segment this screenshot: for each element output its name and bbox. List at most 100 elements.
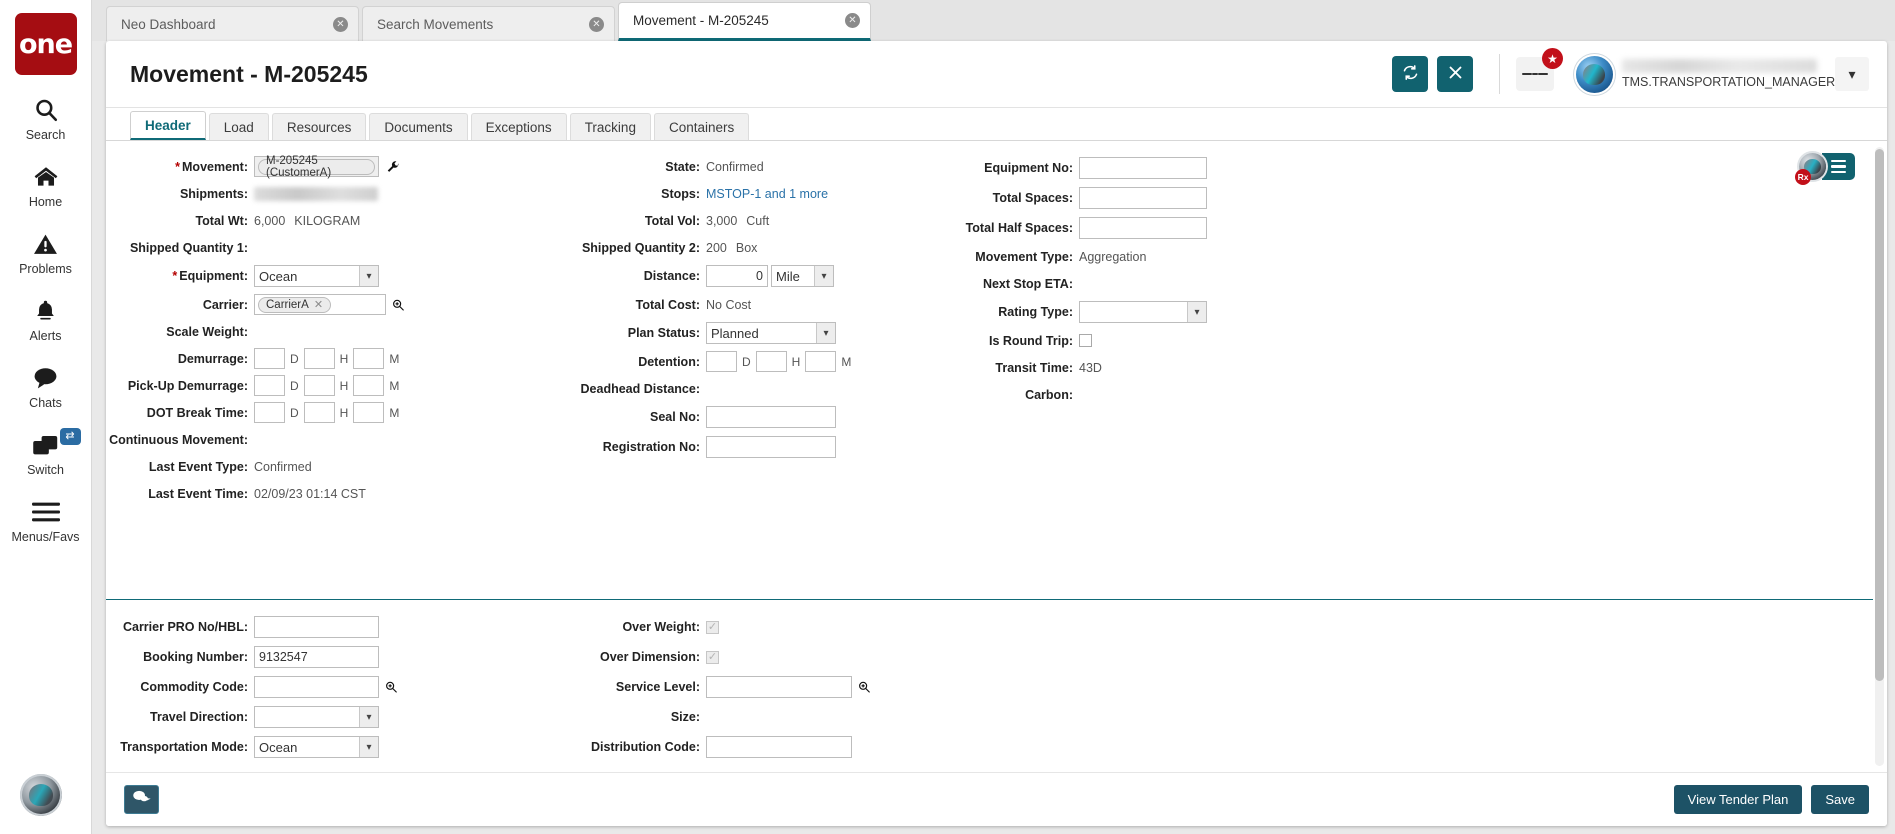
field-label: Total Half Spaces:	[965, 221, 1073, 235]
browser-tab-movement[interactable]: Movement - M-205245 ✕	[618, 2, 871, 41]
bell-icon	[33, 296, 58, 326]
transportation-mode-select[interactable]: Ocean ▾	[254, 736, 379, 758]
field-pickup-demurrage: Pick-Up Demurrage: D H M	[106, 374, 521, 397]
equipment-no-input[interactable]	[1079, 157, 1207, 179]
field-unit: Cuft	[746, 213, 770, 228]
search-icon[interactable]	[857, 680, 871, 694]
chat-button[interactable]	[124, 785, 159, 814]
pickup-demurrage-minutes-input[interactable]	[353, 375, 385, 396]
tab-containers[interactable]: Containers	[653, 113, 750, 140]
rail-item-alerts[interactable]: Alerts	[0, 296, 92, 343]
distance-unit-select[interactable]: Mile ▾	[771, 265, 834, 287]
dot-break-minutes-input[interactable]	[353, 402, 385, 423]
secondary-detail-panel: Carrier PRO No/HBL: Booking Number: Comm…	[106, 600, 1873, 772]
search-icon[interactable]	[391, 298, 405, 312]
field-label: Equipment:	[179, 269, 248, 283]
service-level-input[interactable]	[706, 676, 852, 698]
close-icon[interactable]: ✕	[589, 16, 604, 32]
tab-exceptions[interactable]: Exceptions	[470, 113, 567, 140]
commodity-code-input[interactable]	[254, 676, 379, 698]
required-marker: *	[172, 269, 178, 283]
rail-item-search[interactable]: Search	[0, 95, 92, 142]
wrench-icon[interactable]	[386, 160, 400, 174]
dot-break-days-input[interactable]	[254, 402, 285, 423]
page-card: Movement - M-205245 ★ TMS.TRANSPORTATION…	[106, 41, 1887, 826]
search-icon[interactable]	[384, 680, 398, 694]
rail-item-home[interactable]: Home	[0, 162, 92, 209]
one-logo[interactable]: one	[14, 13, 77, 75]
equipment-select[interactable]: Ocean ▾	[254, 265, 379, 287]
total-spaces-input[interactable]	[1079, 187, 1207, 209]
field-value: Confirmed	[706, 159, 764, 174]
rail-item-problems[interactable]: Problems	[0, 229, 92, 276]
carrier-chip-input[interactable]: CarrierA ✕	[254, 294, 386, 315]
booking-number-input[interactable]	[254, 646, 379, 668]
total-half-spaces-input[interactable]	[1079, 217, 1207, 239]
rail-item-switch[interactable]: ⇄ Switch	[0, 428, 92, 477]
rail-avatar[interactable]	[20, 774, 62, 816]
chip-remove-icon[interactable]: ✕	[314, 298, 323, 311]
detention-days-input[interactable]	[706, 351, 737, 372]
field-dot-break-time: DOT Break Time: D H M	[106, 401, 521, 424]
field-label: Movement:	[182, 159, 248, 174]
avatar[interactable]	[1576, 55, 1613, 93]
star-badge-icon: ★	[1542, 48, 1563, 69]
stops-link[interactable]: MSTOP-1 and 1 more	[706, 187, 828, 201]
tab-load[interactable]: Load	[208, 113, 269, 140]
refresh-icon	[1402, 64, 1419, 84]
tab-tracking[interactable]: Tracking	[569, 113, 651, 140]
pickup-demurrage-days-input[interactable]	[254, 375, 285, 396]
field-registration-no: Registration No:	[521, 434, 911, 460]
footer-bar: View Tender Plan Save	[106, 772, 1887, 826]
home-icon	[32, 162, 60, 192]
rail-label-switch: Switch	[27, 463, 64, 477]
field-distribution-code: Distribution Code:	[521, 734, 911, 760]
field-continuous-movement: Continuous Movement:	[106, 428, 521, 451]
scrollbar-thumb[interactable]	[1875, 149, 1884, 682]
registration-no-input[interactable]	[706, 436, 836, 458]
is-round-trip-checkbox[interactable]	[1079, 334, 1092, 347]
switch-badge-icon[interactable]: ⇄	[59, 428, 81, 445]
field-stops: Stops: MSTOP-1 and 1 more	[521, 182, 911, 205]
unit-m: M	[841, 354, 852, 369]
field-carrier-pro-no: Carrier PRO No/HBL:	[106, 614, 521, 640]
demurrage-hours-input[interactable]	[303, 348, 335, 369]
movement-chip-input[interactable]: M-205245 (CustomerA)	[254, 155, 379, 179]
close-icon[interactable]: ✕	[333, 16, 348, 32]
view-tender-plan-button[interactable]: View Tender Plan	[1673, 785, 1803, 814]
pickup-demurrage-hours-input[interactable]	[303, 375, 335, 396]
field-booking-number: Booking Number:	[106, 644, 521, 670]
close-icon[interactable]: ✕	[845, 13, 860, 28]
tab-header[interactable]: Header	[130, 111, 206, 140]
unit-m: M	[389, 405, 400, 420]
browser-tab-neo-dashboard[interactable]: Neo Dashboard ✕	[106, 6, 359, 41]
rail-item-chats[interactable]: Chats	[0, 363, 92, 410]
distribution-code-input[interactable]	[706, 736, 852, 758]
notifications-menu-button[interactable]: ★	[1516, 48, 1563, 91]
user-menu-caret-button[interactable]: ▾	[1835, 57, 1869, 91]
tab-resources[interactable]: Resources	[271, 113, 367, 140]
save-button[interactable]: Save	[1811, 785, 1869, 814]
demurrage-minutes-input[interactable]	[353, 348, 385, 369]
field-plan-status: Plan Status: Planned ▾	[521, 320, 911, 346]
floating-avatar[interactable]: Rx	[1795, 153, 1826, 185]
close-page-button[interactable]	[1437, 56, 1473, 92]
rail-label-alerts: Alerts	[29, 329, 62, 343]
detention-minutes-input[interactable]	[805, 351, 837, 372]
distance-input[interactable]	[706, 265, 768, 287]
rating-type-select[interactable]: ▾	[1079, 301, 1207, 323]
browser-tab-search-movements[interactable]: Search Movements ✕	[362, 6, 615, 41]
refresh-button[interactable]	[1392, 56, 1428, 92]
seal-no-input[interactable]	[706, 406, 836, 428]
tab-documents[interactable]: Documents	[369, 113, 468, 140]
travel-direction-select[interactable]: ▾	[254, 706, 379, 728]
demurrage-days-input[interactable]	[254, 348, 285, 369]
plan-status-select[interactable]: Planned ▾	[706, 322, 836, 344]
dot-break-hours-input[interactable]	[303, 402, 335, 423]
rail-item-menus-favs[interactable]: Menus/Favs	[0, 497, 92, 544]
carrier-pro-input[interactable]	[254, 616, 379, 638]
floating-menu-button[interactable]	[1822, 153, 1855, 180]
detention-hours-input[interactable]	[755, 351, 787, 372]
vertical-scrollbar[interactable]	[1875, 147, 1884, 766]
page-header: Movement - M-205245 ★ TMS.TRANSPORTATION…	[106, 41, 1887, 108]
